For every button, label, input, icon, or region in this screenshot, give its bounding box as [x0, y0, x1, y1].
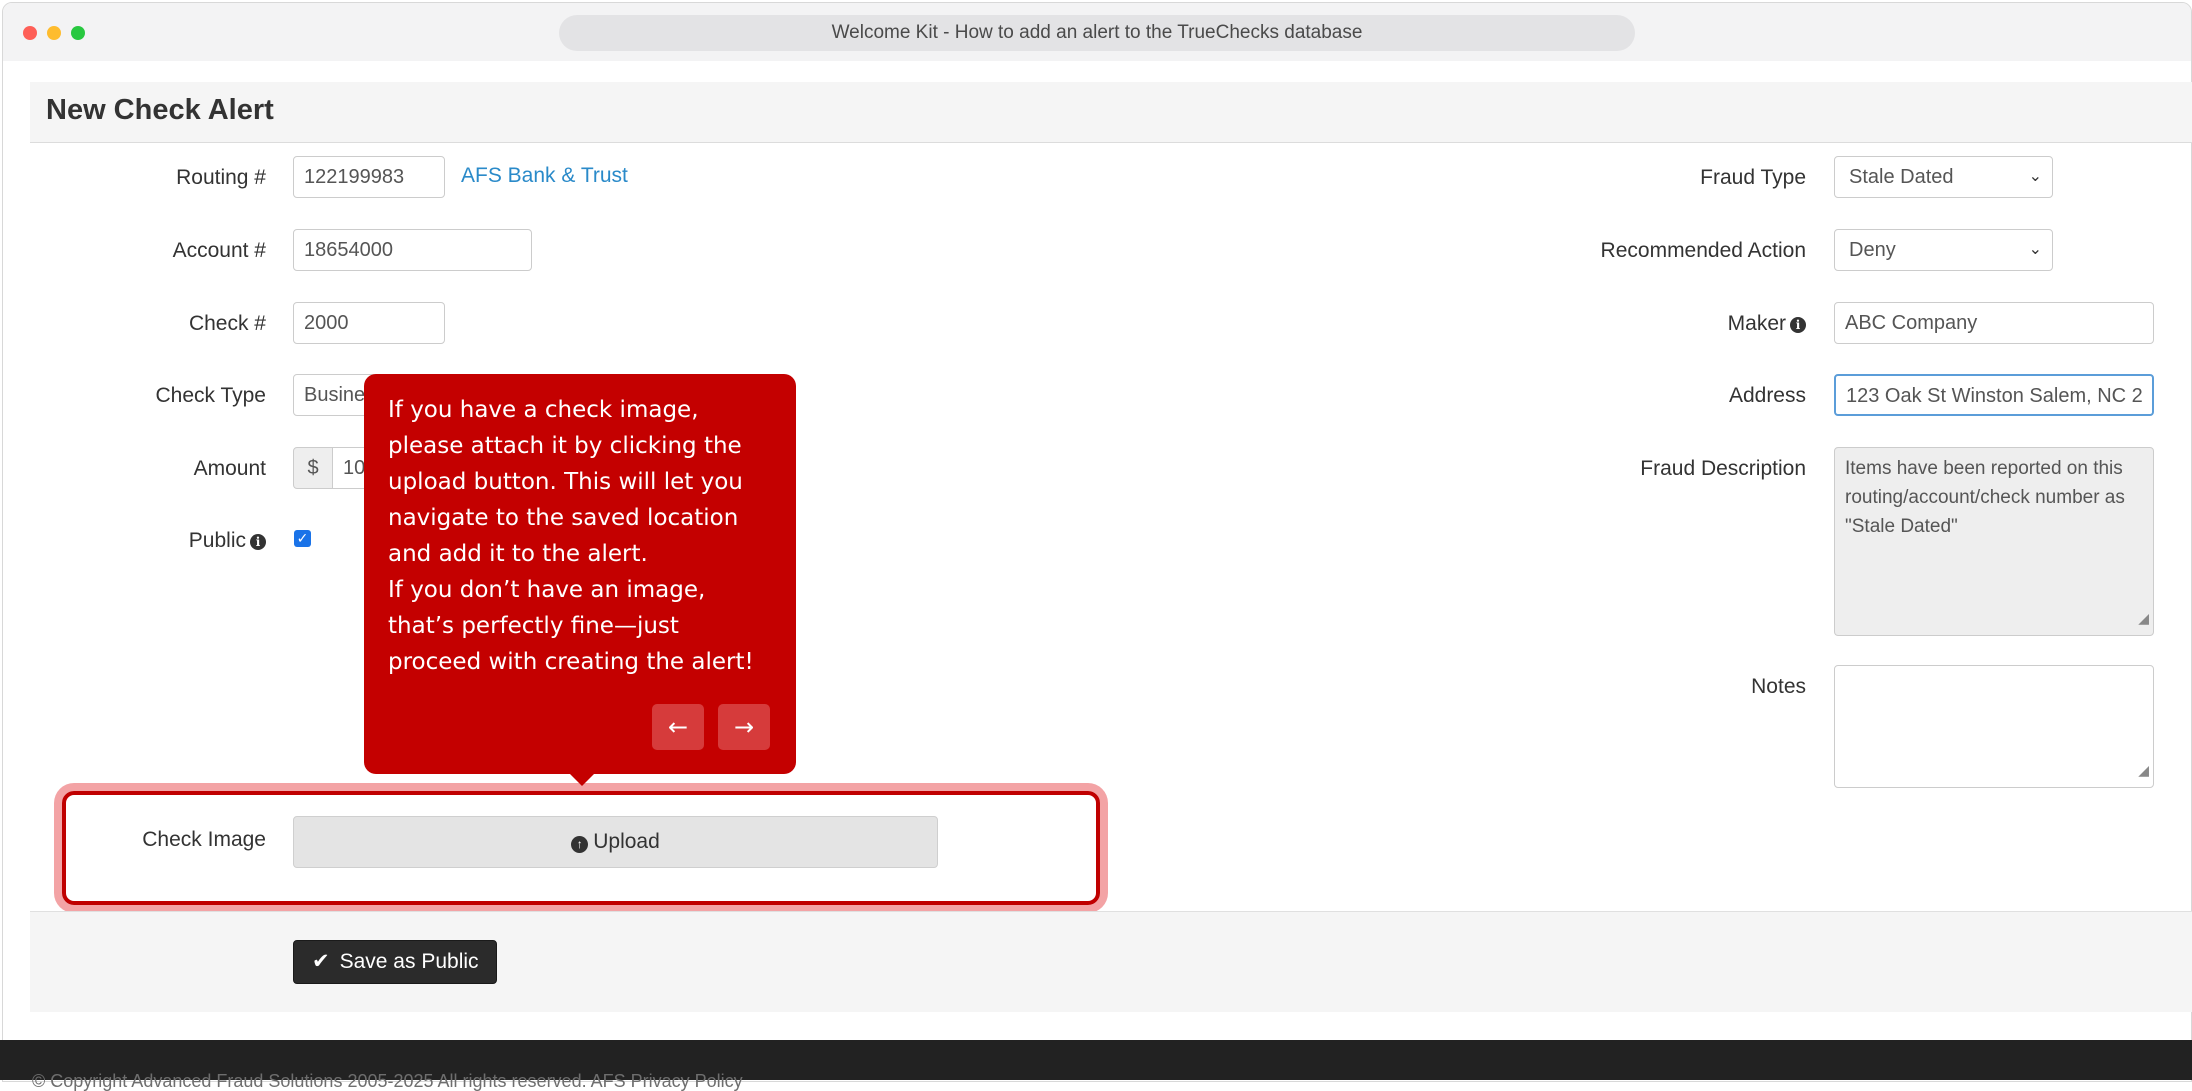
- info-icon[interactable]: i: [250, 534, 266, 550]
- resize-handle-icon[interactable]: ◢: [2138, 604, 2149, 633]
- guide-tooltip: If you have a check image, please attach…: [364, 374, 796, 786]
- site-footer: © Copyright Advanced Fraud Solutions 200…: [0, 1040, 2192, 1090]
- recommended-action-select[interactable]: Deny ⌄: [1834, 229, 2053, 271]
- currency-addon: $: [293, 447, 333, 489]
- account-label: Account #: [172, 239, 266, 262]
- notes-label: Notes: [1751, 675, 1806, 698]
- save-as-public-button[interactable]: ✔ Save as Public: [293, 940, 497, 984]
- page-title: New Check Alert: [46, 94, 274, 126]
- info-icon[interactable]: i: [1790, 317, 1806, 333]
- public-checkbox[interactable]: ✓: [294, 530, 311, 547]
- fraud-type-value: Stale Dated: [1849, 166, 1954, 188]
- close-window-button[interactable]: [23, 26, 37, 40]
- amount-label: Amount: [193, 457, 266, 480]
- notes-textarea[interactable]: ◢: [1834, 665, 2154, 788]
- fraud-description-text: Items have been reported on this routing…: [1845, 458, 2125, 537]
- check-icon: ✔: [312, 950, 330, 973]
- upload-button[interactable]: ↑ Upload: [293, 816, 938, 868]
- tooltip-next-button[interactable]: →: [718, 704, 770, 750]
- arrow-right-icon: →: [733, 713, 755, 741]
- upload-label: Upload: [593, 830, 660, 853]
- chevron-down-icon: ⌄: [2028, 168, 2042, 185]
- public-label-text: Public: [188, 529, 246, 552]
- upload-icon: ↑: [571, 836, 589, 853]
- address-label: Address: [1728, 384, 1806, 407]
- minimize-window-button[interactable]: [47, 26, 61, 40]
- chevron-down-icon: ⌄: [2028, 241, 2042, 258]
- tooltip-prev-button[interactable]: ←: [652, 704, 704, 750]
- check-image-label: Check Image: [142, 828, 266, 851]
- arrow-left-icon: ←: [667, 713, 689, 741]
- address-input[interactable]: 123 Oak St Winston Salem, NC 2: [1834, 374, 2154, 416]
- fraud-type-label: Fraud Type: [1700, 166, 1806, 189]
- footer-text: © Copyright Advanced Fraud Solutions 200…: [32, 1071, 743, 1091]
- public-label: Public i: [46, 529, 266, 553]
- resize-handle-icon[interactable]: ◢: [2138, 756, 2149, 785]
- panel-header: New Check Alert: [30, 82, 2192, 143]
- maximize-window-button[interactable]: [71, 26, 85, 40]
- fraud-description-textarea: Items have been reported on this routing…: [1834, 447, 2154, 636]
- recommended-action-value: Deny: [1849, 239, 1896, 261]
- maker-label: Maker i: [1486, 312, 1806, 336]
- maker-input[interactable]: ABC Company: [1834, 302, 2154, 344]
- tooltip-paragraph-1: If you have a check image, please attach…: [388, 397, 743, 567]
- check-number-label: Check #: [188, 312, 266, 335]
- save-label: Save as Public: [339, 950, 479, 973]
- routing-label: Routing #: [176, 166, 266, 189]
- maker-label-text: Maker: [1727, 312, 1786, 335]
- account-input[interactable]: 18654000: [293, 229, 532, 271]
- check-type-label: Check Type: [155, 384, 266, 407]
- address-bar[interactable]: Welcome Kit - How to add an alert to the…: [559, 15, 1635, 51]
- fraud-type-select[interactable]: Stale Dated ⌄: [1834, 156, 2053, 198]
- bank-name-link[interactable]: AFS Bank & Trust: [461, 164, 628, 188]
- check-number-input[interactable]: 2000: [293, 302, 445, 344]
- fraud-description-label: Fraud Description: [1640, 457, 1806, 480]
- tooltip-pointer: [570, 774, 594, 786]
- recommended-action-label: Recommended Action: [1600, 239, 1806, 262]
- tooltip-paragraph-2: If you don’t have an image, that’s perfe…: [388, 577, 754, 675]
- routing-input[interactable]: 122199983: [293, 156, 445, 198]
- title-bar: Welcome Kit - How to add an alert to the…: [3, 3, 2191, 61]
